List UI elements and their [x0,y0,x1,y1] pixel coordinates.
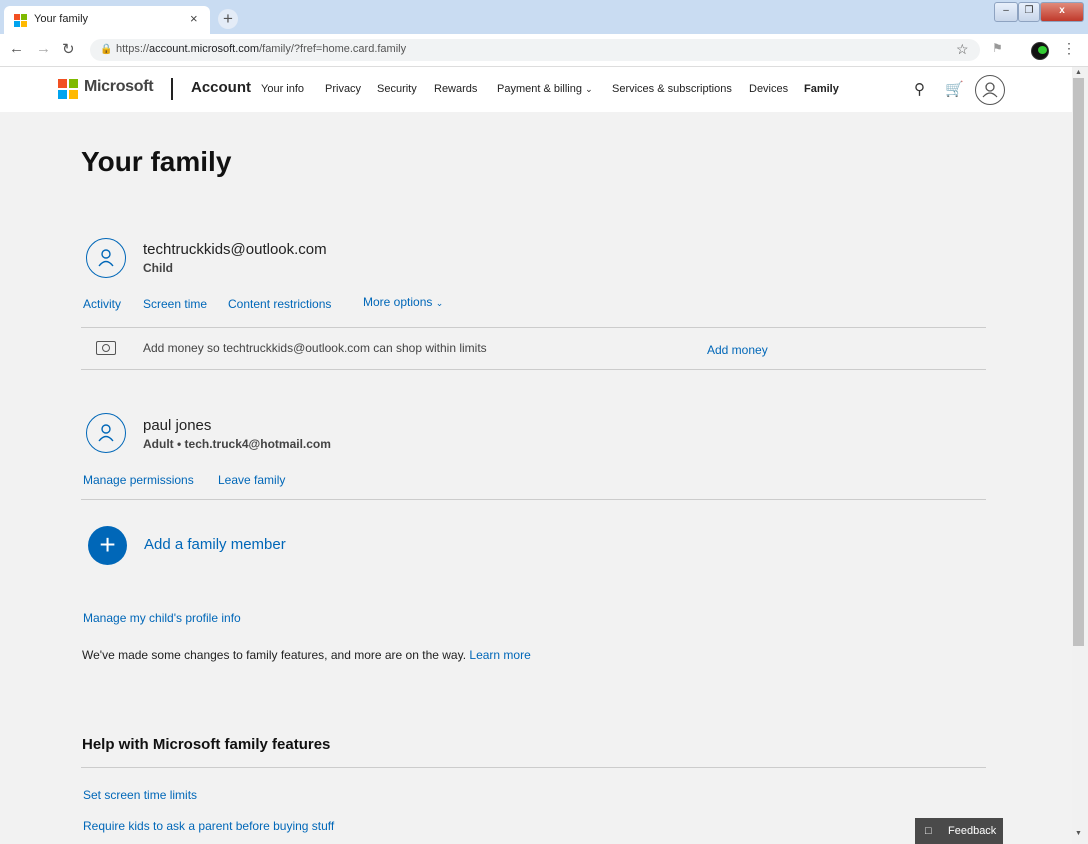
window-minimize-button[interactable]: – [994,2,1018,22]
tab-title: Your family [34,13,89,25]
member-avatar [86,238,126,278]
profile-icon[interactable] [1031,42,1049,60]
manage-child-profile-link[interactable]: Manage my child's profile info [83,611,241,625]
page-title: Your family [81,146,232,177]
manage-permissions-link[interactable]: Manage permissions [83,473,194,487]
add-family-member-link[interactable]: Add a family member [144,536,286,553]
chevron-down-icon: ⌄ [585,84,593,94]
nav-services-subscriptions[interactable]: Services & subscriptions [612,83,732,95]
divider [81,369,986,370]
menu-kebab-icon[interactable]: ⋮ [1062,40,1076,57]
scroll-down-icon[interactable]: ▼ [1075,830,1082,837]
url-input[interactable]: 🔒 https://account.microsoft.com/family/?… [90,39,980,61]
member-role: Child [143,261,173,275]
account-header: Microsoft Account Your info Privacy Secu… [0,67,1072,112]
divider [81,499,986,500]
nav-payment-billing[interactable]: Payment & billing ⌄ [497,83,593,95]
add-member-plus-icon[interactable]: + [88,526,127,565]
person-icon [98,424,114,442]
divider [81,767,986,768]
screen-time-link[interactable]: Screen time [143,297,207,311]
address-bar: ← → ↻ 🔒 https://account.microsoft.com/fa… [0,34,1088,67]
help-link-ask-parent[interactable]: Require kids to ask a parent before buyi… [83,819,334,833]
new-tab-button[interactable]: + [218,9,238,29]
chevron-down-icon: ⌄ [435,298,444,308]
browser-tab[interactable]: Your family × [4,6,210,34]
notice-text: We've made some changes to family featur… [82,648,531,662]
account-home-link[interactable]: Account [191,79,251,96]
learn-more-link[interactable]: Learn more [469,648,530,662]
add-money-link[interactable]: Add money [707,343,768,357]
nav-family[interactable]: Family [804,83,839,95]
nav-your-info[interactable]: Your info [261,83,304,95]
search-icon[interactable]: ⚲ [914,80,925,98]
nav-privacy[interactable]: Privacy [325,83,361,95]
account-avatar[interactable] [975,75,1005,105]
help-section-title: Help with Microsoft family features [82,736,331,753]
help-link-screen-time[interactable]: Set screen time limits [83,788,197,802]
url-text: https://account.microsoft.com/family/?fr… [116,43,407,55]
window-close-button[interactable]: x [1040,2,1084,22]
content-restrictions-link[interactable]: Content restrictions [228,297,331,311]
extension-icon[interactable]: ⚑ [992,41,1003,55]
add-money-description: Add money so techtruckkids@outlook.com c… [143,341,487,355]
leave-family-link[interactable]: Leave family [218,473,285,487]
tab-close-icon[interactable]: × [190,11,198,26]
chat-icon: □ [925,825,932,837]
member-role-email: Adult • tech.truck4@hotmail.com [143,437,331,451]
lock-icon: 🔒 [100,44,113,55]
member-name: paul jones [143,417,212,434]
member-name: techtruckkids@outlook.com [143,241,327,258]
scroll-up-icon[interactable]: ▲ [1075,69,1082,76]
nav-security[interactable]: Security [377,83,417,95]
window-maximize-button[interactable]: ❐ [1018,2,1040,22]
browser-titlebar: Your family × + – ❐ x [0,0,1088,34]
cart-icon[interactable]: 🛒 [945,80,964,98]
microsoft-favicon-icon [14,14,27,27]
activity-link[interactable]: Activity [83,297,121,311]
divider [81,327,986,328]
feedback-button[interactable]: □ Feedback [915,818,1003,844]
more-options-button[interactable]: More options ⌄ [363,295,443,309]
back-icon[interactable]: ← [9,40,24,57]
person-icon [98,249,114,267]
member-avatar [86,413,126,453]
money-icon [96,341,116,355]
bookmark-star-icon[interactable]: ☆ [956,41,969,58]
reload-icon[interactable]: ↻ [62,40,75,58]
forward-icon[interactable]: → [36,40,51,57]
brand-name[interactable]: Microsoft [84,78,154,96]
scrollbar-thumb[interactable] [1073,78,1084,646]
microsoft-logo-icon[interactable] [58,79,78,99]
nav-devices[interactable]: Devices [749,83,788,95]
nav-rewards[interactable]: Rewards [434,83,477,95]
header-divider [171,78,173,100]
